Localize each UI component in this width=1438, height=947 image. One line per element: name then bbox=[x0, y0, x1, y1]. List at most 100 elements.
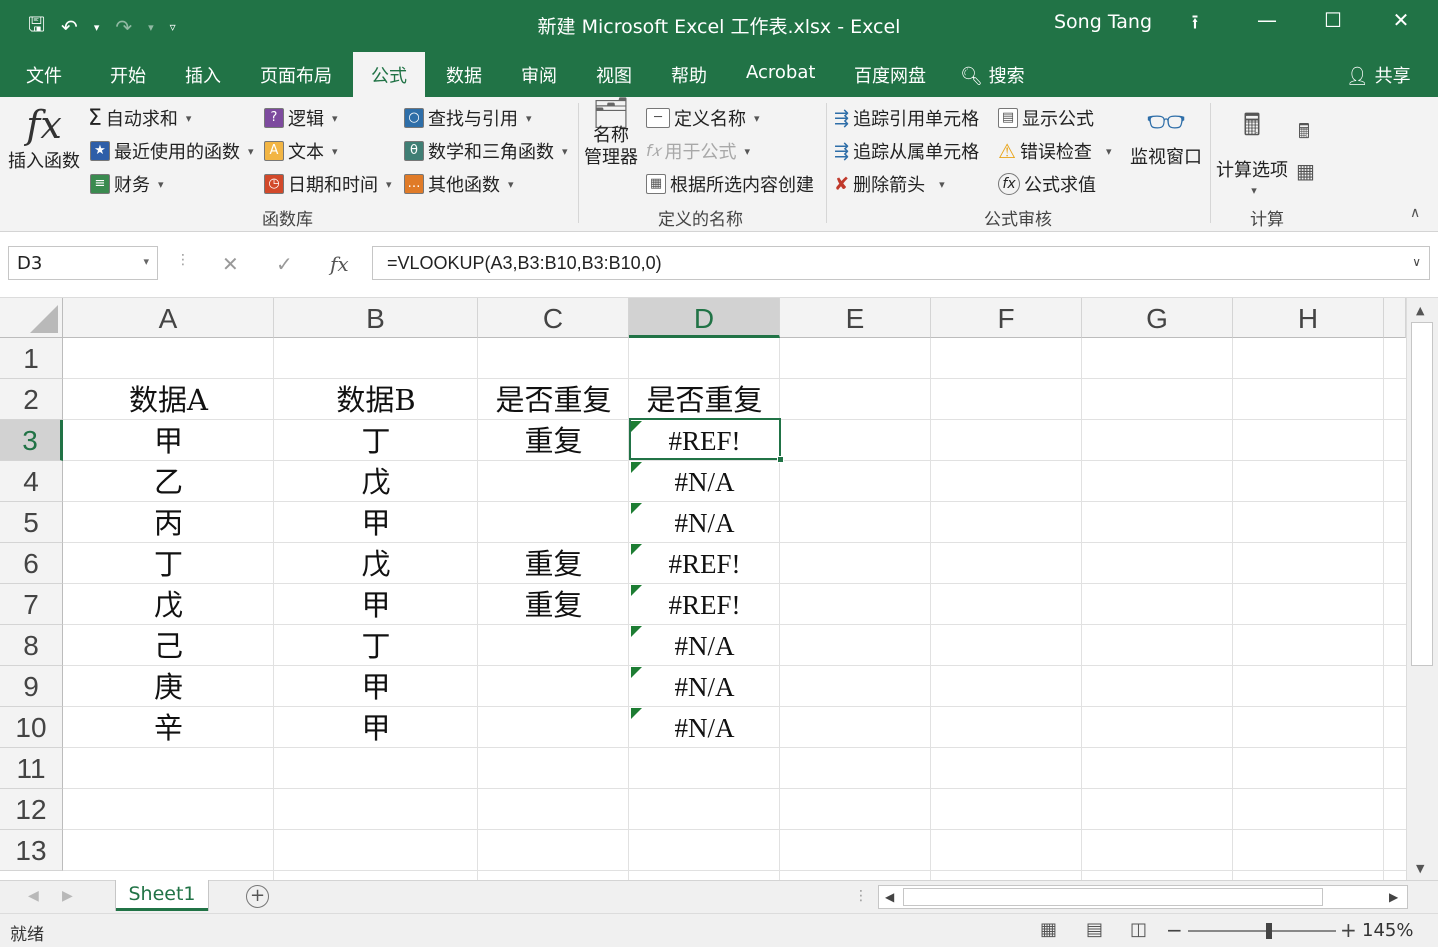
close-icon[interactable]: ✕ bbox=[1386, 8, 1416, 32]
cell-b8[interactable]: 丁 bbox=[274, 625, 478, 666]
cell-c6[interactable]: 重复 bbox=[478, 543, 629, 584]
row-header-2[interactable]: 2 bbox=[0, 379, 63, 420]
define-name-button[interactable]: ─ 定义名称 ▾ bbox=[646, 105, 760, 131]
cell-d4[interactable]: #N/A bbox=[629, 461, 780, 502]
cell-d10[interactable]: #N/A bbox=[629, 707, 780, 748]
lookup-button[interactable]: ○ 查找与引用 ▾ bbox=[404, 105, 532, 131]
page-layout-view-icon[interactable]: ▤ bbox=[1086, 919, 1103, 940]
watch-window-button[interactable]: 👓︎ 监视窗口 bbox=[1130, 103, 1202, 169]
cell-c10[interactable] bbox=[478, 707, 629, 748]
row-header-10[interactable]: 10 bbox=[0, 707, 63, 748]
next-sheet-icon[interactable]: ▶ bbox=[62, 888, 73, 904]
show-formulas-button[interactable]: ▤ 显示公式 bbox=[998, 105, 1094, 131]
recently-used-button[interactable]: ★ 最近使用的函数 ▾ bbox=[90, 138, 254, 164]
cell-b12[interactable] bbox=[274, 789, 478, 830]
cell-c9[interactable] bbox=[478, 666, 629, 707]
row-header-9[interactable]: 9 bbox=[0, 666, 63, 707]
tab-acrobat[interactable]: Acrobat bbox=[746, 62, 815, 83]
cell-a9[interactable]: 庚 bbox=[63, 666, 274, 707]
select-all-button[interactable] bbox=[0, 298, 63, 338]
cell-b11[interactable] bbox=[274, 748, 478, 789]
cell-c13[interactable] bbox=[478, 830, 629, 871]
cell-a8[interactable]: 己 bbox=[63, 625, 274, 666]
tab-review[interactable]: 审阅 bbox=[521, 62, 557, 88]
column-header-h[interactable]: H bbox=[1233, 298, 1384, 338]
scroll-right-icon[interactable]: ▶ bbox=[1389, 890, 1398, 904]
cell-a7[interactable]: 戊 bbox=[63, 584, 274, 625]
cell-c5[interactable] bbox=[478, 502, 629, 543]
cell-c1[interactable] bbox=[478, 338, 629, 379]
cell-d5[interactable]: #N/A bbox=[629, 502, 780, 543]
column-header-f[interactable]: F bbox=[931, 298, 1082, 338]
column-header-d[interactable]: D bbox=[629, 298, 780, 338]
cell-c12[interactable] bbox=[478, 789, 629, 830]
cell-d8[interactable]: #N/A bbox=[629, 625, 780, 666]
cell-c7[interactable]: 重复 bbox=[478, 584, 629, 625]
tab-file[interactable]: 文件 bbox=[26, 62, 62, 88]
create-from-selection-button[interactable]: ▦ 根据所选内容创建 bbox=[646, 171, 814, 197]
splitter-icon[interactable]: ⋮ bbox=[176, 252, 190, 268]
column-header-b[interactable]: B bbox=[274, 298, 478, 338]
cell-a5[interactable]: 丙 bbox=[63, 502, 274, 543]
column-header-partial[interactable] bbox=[1384, 298, 1406, 338]
column-header-e[interactable]: E bbox=[780, 298, 931, 338]
add-sheet-icon[interactable]: + bbox=[246, 885, 269, 908]
fill-handle[interactable] bbox=[777, 456, 784, 463]
tab-help[interactable]: 帮助 bbox=[671, 62, 707, 88]
tab-view[interactable]: 视图 bbox=[596, 62, 632, 88]
trace-dependents-button[interactable]: ⇶ 追踪从属单元格 bbox=[834, 138, 979, 164]
cell-d7[interactable]: #REF! bbox=[629, 584, 780, 625]
enter-icon[interactable]: ✓ bbox=[276, 252, 293, 276]
row-header-12[interactable]: 12 bbox=[0, 789, 63, 830]
scroll-left-icon[interactable]: ◀ bbox=[885, 890, 894, 904]
cell-b3[interactable]: 丁 bbox=[274, 420, 478, 461]
user-name[interactable]: Song Tang bbox=[1054, 11, 1152, 33]
zoom-slider[interactable] bbox=[1188, 930, 1336, 932]
horizontal-scroll-thumb[interactable] bbox=[903, 888, 1323, 906]
vertical-scrollbar[interactable]: ▲ ▼ bbox=[1406, 298, 1438, 880]
row-header-5[interactable]: 5 bbox=[0, 502, 63, 543]
cell-c8[interactable] bbox=[478, 625, 629, 666]
expand-formula-icon[interactable]: ∨ bbox=[1412, 255, 1421, 269]
cell-d13[interactable] bbox=[629, 830, 780, 871]
calculate-sheet-button[interactable]: ▦ bbox=[1296, 159, 1315, 183]
scroll-down-icon[interactable]: ▼ bbox=[1416, 862, 1424, 875]
cell-c2[interactable]: 是否重复 bbox=[478, 379, 629, 420]
evaluate-formula-button[interactable]: fx 公式求值 bbox=[998, 171, 1096, 197]
math-trig-button[interactable]: θ 数学和三角函数 ▾ bbox=[404, 138, 568, 164]
error-checking-button[interactable]: ⚠︎ 错误检查 ▾ bbox=[998, 138, 1111, 164]
cell-b4[interactable]: 戊 bbox=[274, 461, 478, 502]
minimize-icon[interactable]: — bbox=[1252, 8, 1282, 32]
collapse-ribbon-icon[interactable]: ∧ bbox=[1410, 205, 1420, 221]
tab-page-layout[interactable]: 页面布局 bbox=[260, 62, 332, 88]
row-header-6[interactable]: 6 bbox=[0, 543, 63, 584]
chevron-down-icon[interactable]: ▾ bbox=[143, 255, 149, 268]
zoom-level[interactable]: 145% bbox=[1362, 920, 1413, 941]
cell-b5[interactable]: 甲 bbox=[274, 502, 478, 543]
tab-insert[interactable]: 插入 bbox=[185, 62, 221, 88]
financial-button[interactable]: ≡ 财务 ▾ bbox=[90, 171, 164, 197]
row-header-8[interactable]: 8 bbox=[0, 625, 63, 666]
scroll-up-icon[interactable]: ▲ bbox=[1416, 304, 1424, 317]
cell-a11[interactable] bbox=[63, 748, 274, 789]
cell-b13[interactable] bbox=[274, 830, 478, 871]
tab-baidu-netdisk[interactable]: 百度网盘 bbox=[854, 62, 926, 88]
text-button[interactable]: A 文本 ▾ bbox=[264, 138, 338, 164]
row-header-3[interactable]: 3 bbox=[0, 420, 63, 461]
cell-a3[interactable]: 甲 bbox=[63, 420, 274, 461]
cell-d11[interactable] bbox=[629, 748, 780, 789]
column-header-a[interactable]: A bbox=[63, 298, 274, 338]
row-header-1[interactable]: 1 bbox=[0, 338, 63, 379]
row-header-7[interactable]: 7 bbox=[0, 584, 63, 625]
sheet-tab-sheet1[interactable]: Sheet1 bbox=[116, 880, 208, 911]
cell-a10[interactable]: 辛 bbox=[63, 707, 274, 748]
cell-b9[interactable]: 甲 bbox=[274, 666, 478, 707]
name-manager-button[interactable]: 🗂︎ 名称 管理器 bbox=[584, 99, 638, 169]
cell-b1[interactable] bbox=[274, 338, 478, 379]
tab-home[interactable]: 开始 bbox=[110, 62, 146, 88]
cell-b6[interactable]: 戊 bbox=[274, 543, 478, 584]
cell-a6[interactable]: 丁 bbox=[63, 543, 274, 584]
zoom-slider-knob[interactable] bbox=[1266, 923, 1272, 939]
datetime-button[interactable]: ◷ 日期和时间 ▾ bbox=[264, 171, 392, 197]
cell-a1[interactable] bbox=[63, 338, 274, 379]
